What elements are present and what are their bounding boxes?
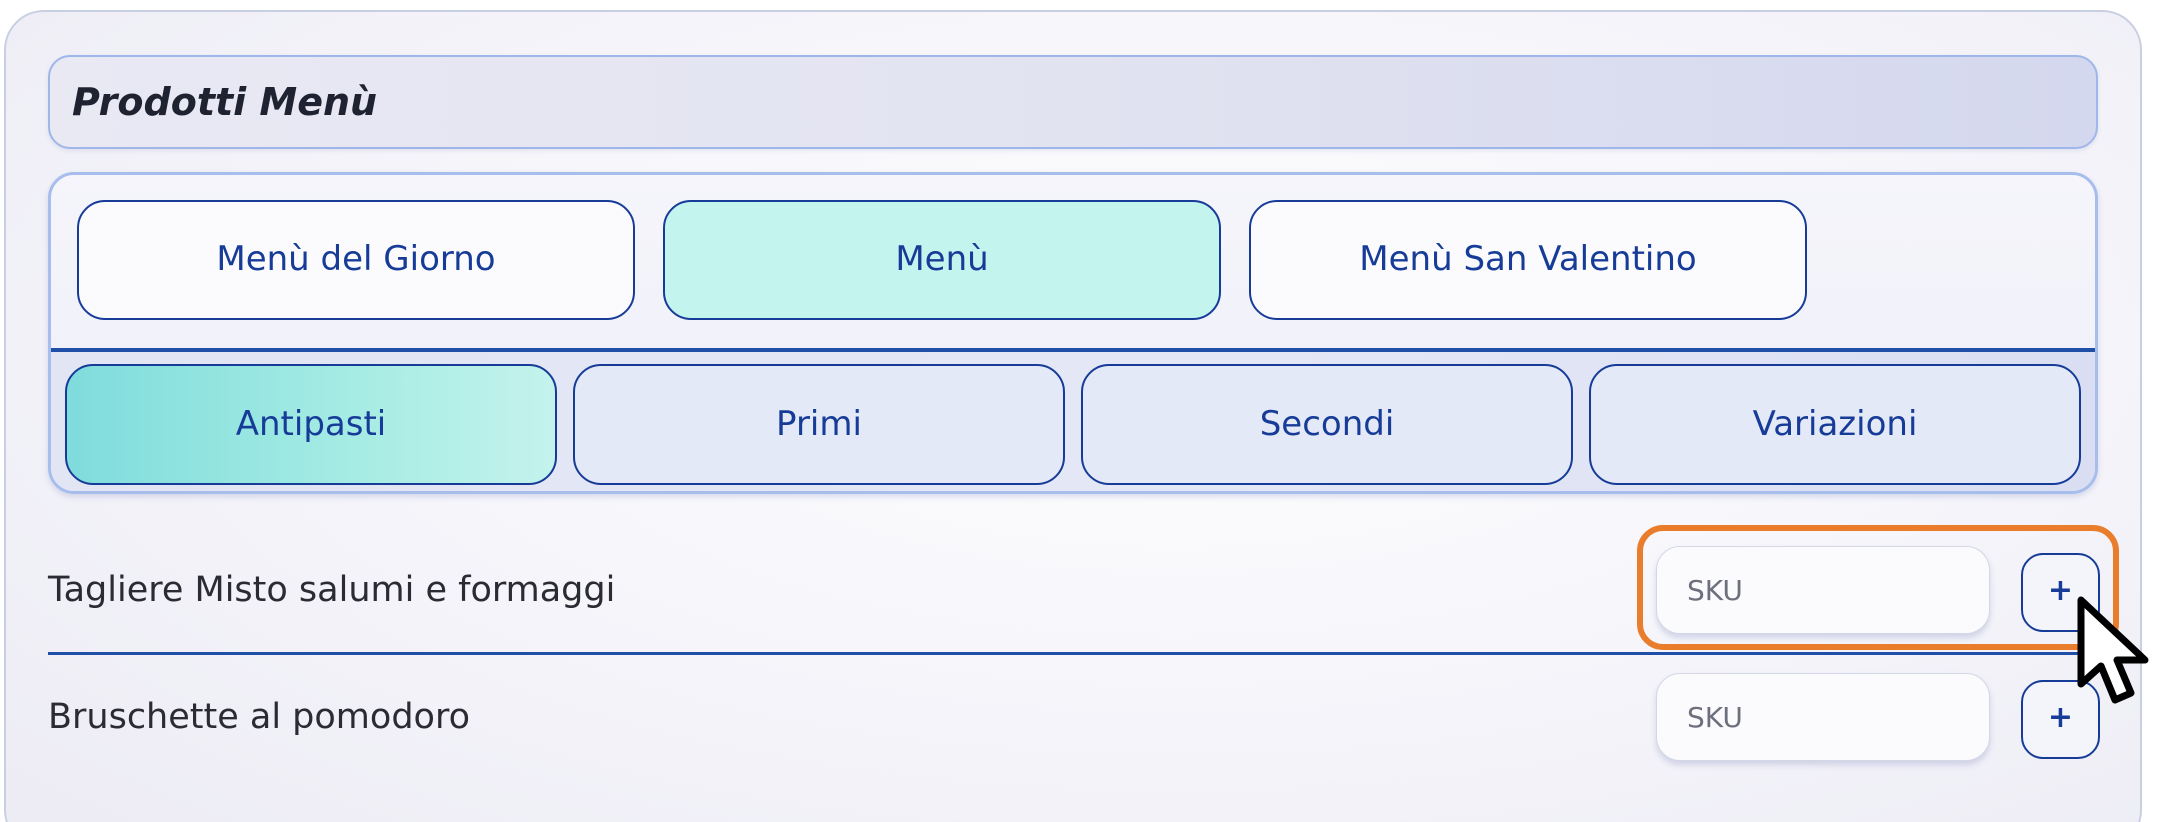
add-product-button[interactable]: + <box>2021 680 2100 759</box>
sku-input[interactable] <box>1656 673 1990 761</box>
add-product-button[interactable]: + <box>2021 553 2100 632</box>
tabs-panel: Menù del Giorno Menù Menù San Valentino … <box>48 172 2098 494</box>
row-divider <box>48 652 2100 655</box>
product-name: Tagliere Misto salumi e formaggi <box>48 570 616 610</box>
section-header: Prodotti Menù <box>48 55 2098 149</box>
tab-primi[interactable]: Primi <box>573 364 1065 485</box>
tab-variazioni[interactable]: Variazioni <box>1589 364 2081 485</box>
tab-menu[interactable]: Menù <box>663 200 1221 320</box>
category-tabs: Antipasti Primi Secondi Variazioni <box>51 348 2095 491</box>
product-row: Bruschette al pomodoro + <box>48 657 2100 777</box>
product-row: Tagliere Misto salumi e formaggi + <box>48 530 2100 650</box>
tab-secondi[interactable]: Secondi <box>1081 364 1573 485</box>
product-name: Bruschette al pomodoro <box>48 697 470 737</box>
tab-antipasti[interactable]: Antipasti <box>65 364 557 485</box>
tab-menu-san-valentino[interactable]: Menù San Valentino <box>1249 200 1807 320</box>
section-title: Prodotti Menù <box>72 80 378 124</box>
sku-input[interactable] <box>1656 546 1990 634</box>
tab-menu-del-giorno[interactable]: Menù del Giorno <box>77 200 635 320</box>
screen: Prodotti Menù Menù del Giorno Menù Menù … <box>0 0 2164 822</box>
